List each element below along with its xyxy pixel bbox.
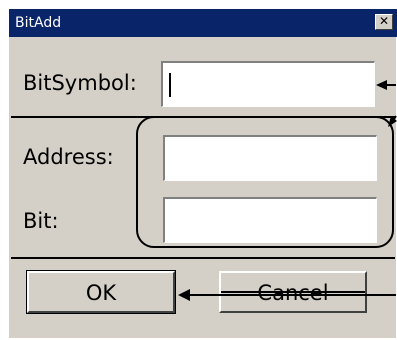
annotation-arrows <box>178 80 397 301</box>
arrow-bitsymbol-head <box>376 80 387 90</box>
arrow-ok-head <box>178 289 190 301</box>
